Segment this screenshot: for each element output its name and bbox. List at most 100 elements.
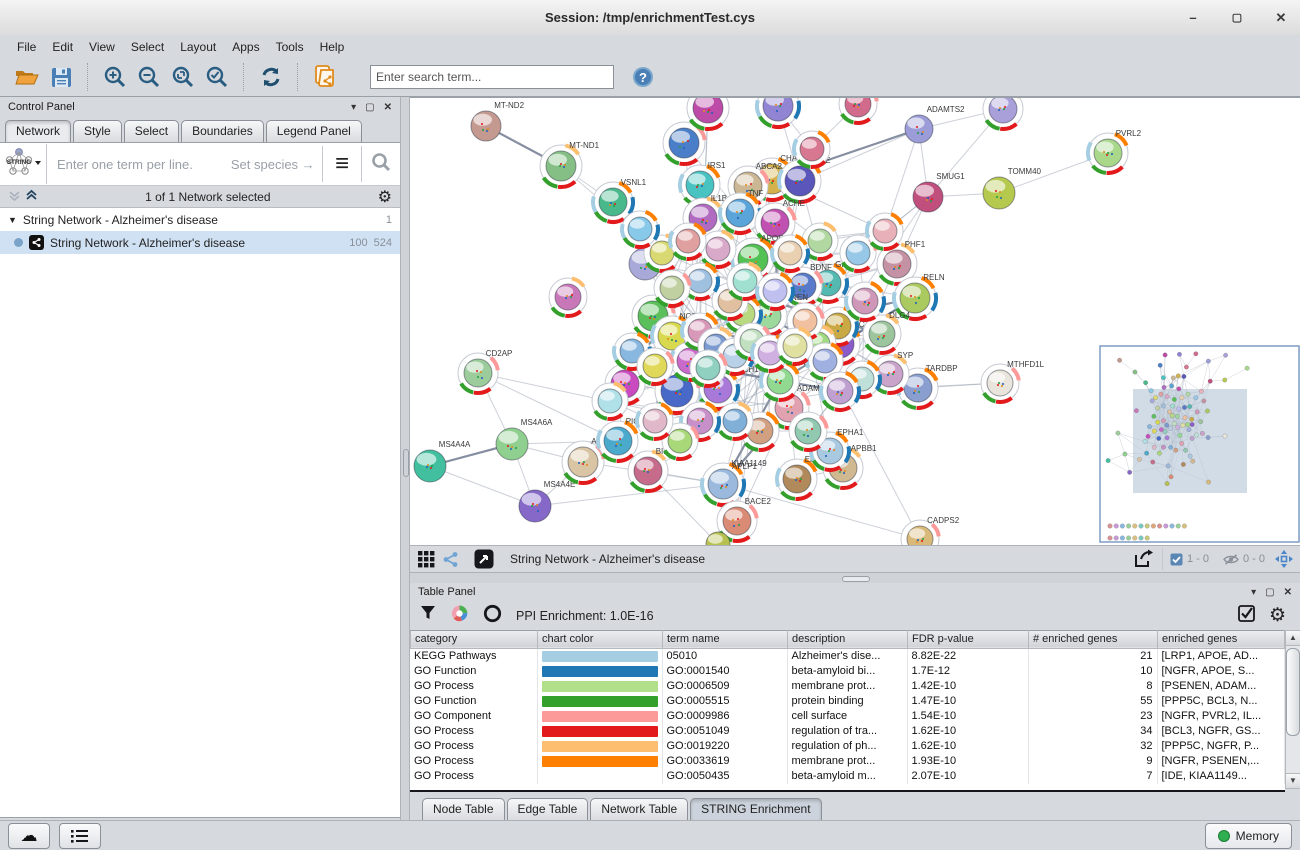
birdseye-panel[interactable]	[1100, 346, 1299, 542]
network-node[interactable]	[846, 282, 884, 320]
column-header-enriched-genes[interactable]: # enriched genes	[1029, 630, 1158, 648]
panel-float-icon[interactable]: ▾	[351, 102, 356, 113]
network-node[interactable]	[592, 383, 628, 419]
table-row[interactable]: GO ProcessGO:0019220regulation of ph...1…	[410, 739, 1284, 754]
column-header-enriched-genes[interactable]: enriched genes	[1158, 630, 1285, 648]
network-options-gear-icon[interactable]: ⚙	[378, 187, 392, 207]
network-node[interactable]	[717, 403, 753, 439]
table-row[interactable]: GO ComponentGO:0009986cell surface1.54E-…	[410, 709, 1284, 724]
scroll-up-arrow[interactable]: ▲	[1286, 631, 1300, 646]
network-node[interactable]	[690, 350, 726, 386]
table-row[interactable]: GO ProcessGO:0033619membrane prot...1.93…	[410, 754, 1284, 769]
table-row[interactable]: GO FunctionGO:0001540beta-amyloid bi...1…	[410, 664, 1284, 679]
collapse-all-icon[interactable]	[8, 189, 21, 205]
column-header-category[interactable]: category	[411, 630, 538, 648]
expand-all-icon[interactable]	[25, 189, 38, 205]
grid-view-button[interactable]	[414, 548, 438, 570]
menu-help[interactable]: Help	[313, 38, 352, 56]
tab-node-table[interactable]: Node Table	[422, 798, 505, 820]
string-query-input[interactable]: Enter one term per line. Set species →	[47, 157, 322, 172]
menu-tools[interactable]: Tools	[269, 38, 311, 56]
column-header-term-name[interactable]: term name	[663, 630, 788, 648]
zoom-out-button[interactable]	[134, 62, 164, 92]
network-node[interactable]	[687, 98, 729, 129]
menu-select[interactable]: Select	[124, 38, 171, 56]
horizontal-splitter[interactable]	[410, 573, 1300, 583]
zoom-selected-button[interactable]	[202, 62, 232, 92]
panel-close-icon[interactable]: ✕	[1284, 587, 1292, 598]
network-node-TOMM40[interactable]: TOMM40	[983, 167, 1042, 209]
network-node-SMUG1[interactable]: SMUG1	[913, 172, 965, 212]
tab-boundaries[interactable]: Boundaries	[181, 120, 264, 142]
network-node[interactable]	[789, 412, 827, 450]
table-row[interactable]: GO ProcessGO:0051049regulation of tra...…	[410, 724, 1284, 739]
share-view-button[interactable]	[438, 548, 462, 570]
menu-file[interactable]: File	[10, 38, 43, 56]
zoom-in-button[interactable]	[100, 62, 130, 92]
network-node[interactable]	[549, 278, 587, 316]
tab-style[interactable]: Style	[73, 120, 122, 142]
string-protein-query-dropdown[interactable]: STRING	[0, 144, 47, 184]
network-node[interactable]	[772, 235, 808, 271]
table-row[interactable]: GO FunctionGO:0005515protein binding1.47…	[410, 694, 1284, 709]
scroll-down-arrow[interactable]: ▼	[1286, 773, 1300, 788]
table-scrollbar[interactable]: ▲ ▼	[1285, 630, 1300, 789]
network-node[interactable]	[983, 98, 1023, 129]
help-button[interactable]: ?	[628, 62, 658, 92]
network-collection-row[interactable]: ▼ String Network - Alzheimer's disease 1	[0, 208, 400, 231]
column-header-chart-color[interactable]: chart color	[538, 630, 663, 648]
menu-edit[interactable]: Edit	[45, 38, 80, 56]
string-search-button[interactable]	[362, 144, 400, 184]
network-node[interactable]	[637, 348, 673, 384]
network-node[interactable]	[757, 273, 793, 309]
panel-undock-icon[interactable]: ▢	[1265, 587, 1274, 598]
task-history-button[interactable]	[59, 823, 101, 849]
tab-network-table[interactable]: Network Table	[590, 798, 688, 820]
network-node[interactable]	[794, 131, 830, 167]
table-header-row[interactable]: categorychart colorterm namedescriptionF…	[411, 630, 1285, 648]
menu-layout[interactable]: Layout	[173, 38, 223, 56]
tab-network[interactable]: Network	[5, 120, 71, 142]
column-header-FDR-p-value[interactable]: FDR p-value	[908, 630, 1029, 648]
search-input[interactable]	[370, 65, 614, 89]
tab-edge-table[interactable]: Edge Table	[507, 798, 589, 820]
filter-button[interactable]	[420, 605, 436, 626]
column-header-description[interactable]: description	[788, 630, 908, 648]
automation-cloud-button[interactable]: ☁	[8, 823, 50, 849]
network-node[interactable]	[839, 98, 877, 123]
network-node[interactable]	[654, 270, 690, 306]
network-node[interactable]	[622, 211, 658, 247]
network-row-selected[interactable]: String Network - Alzheimer's disease 100…	[0, 231, 400, 254]
table-row[interactable]: GO ProcessGO:0050435beta-amyloid m...2.0…	[410, 769, 1284, 784]
network-node-CD2AP[interactable]: CD2AP	[458, 349, 512, 393]
table-row[interactable]: KEGG Pathways05010Alzheimer's dise...8.8…	[410, 649, 1284, 664]
table-settings-gear-icon[interactable]: ⚙	[1269, 604, 1286, 627]
select-all-terms-button[interactable]	[1238, 605, 1255, 627]
menu-view[interactable]: View	[82, 38, 122, 56]
network-node[interactable]	[637, 403, 673, 439]
panel-float-icon[interactable]: ▾	[1251, 587, 1256, 598]
ring-chart-button[interactable]	[483, 604, 502, 628]
network-canvas[interactable]: MT-ND2MT-ND1VSNL1GAB2IRS1ADAMTS2SMUG1TOM…	[410, 97, 1300, 545]
refresh-button[interactable]	[256, 62, 286, 92]
network-node-MS4A6A[interactable]: MS4A6A	[496, 418, 553, 460]
network-node[interactable]	[867, 213, 903, 249]
save-session-button[interactable]	[46, 62, 76, 92]
enrichment-table[interactable]: KEGG Pathways05010Alzheimer's dise...8.8…	[410, 649, 1285, 792]
tab-string-enrichment[interactable]: STRING Enrichment	[690, 798, 821, 820]
table-row[interactable]: GO ProcessGO:0006509membrane prot...1.42…	[410, 679, 1284, 694]
menu-apps[interactable]: Apps	[225, 38, 266, 56]
window-titlebar[interactable]: Session: /tmp/enrichmentTest.cys – ▢ ✕	[0, 0, 1300, 36]
network-node-MTHFD1L[interactable]: MTHFD1L	[981, 360, 1045, 402]
export-network-button[interactable]	[1132, 548, 1156, 570]
network-node-ADAMTS2[interactable]: ADAMTS2	[905, 105, 965, 143]
network-node[interactable]	[757, 98, 799, 127]
maximize-button[interactable]: ▢	[1228, 11, 1246, 24]
network-node-MT-ND1[interactable]: MT-ND1	[540, 141, 600, 187]
tab-legend-panel[interactable]: Legend Panel	[266, 120, 362, 142]
chart-settings-button[interactable]	[450, 604, 469, 628]
annotation-mode-button[interactable]	[472, 548, 496, 570]
string-options-button[interactable]: ≡	[323, 144, 361, 184]
close-button[interactable]: ✕	[1272, 10, 1290, 26]
scroll-thumb[interactable]	[1286, 648, 1300, 736]
